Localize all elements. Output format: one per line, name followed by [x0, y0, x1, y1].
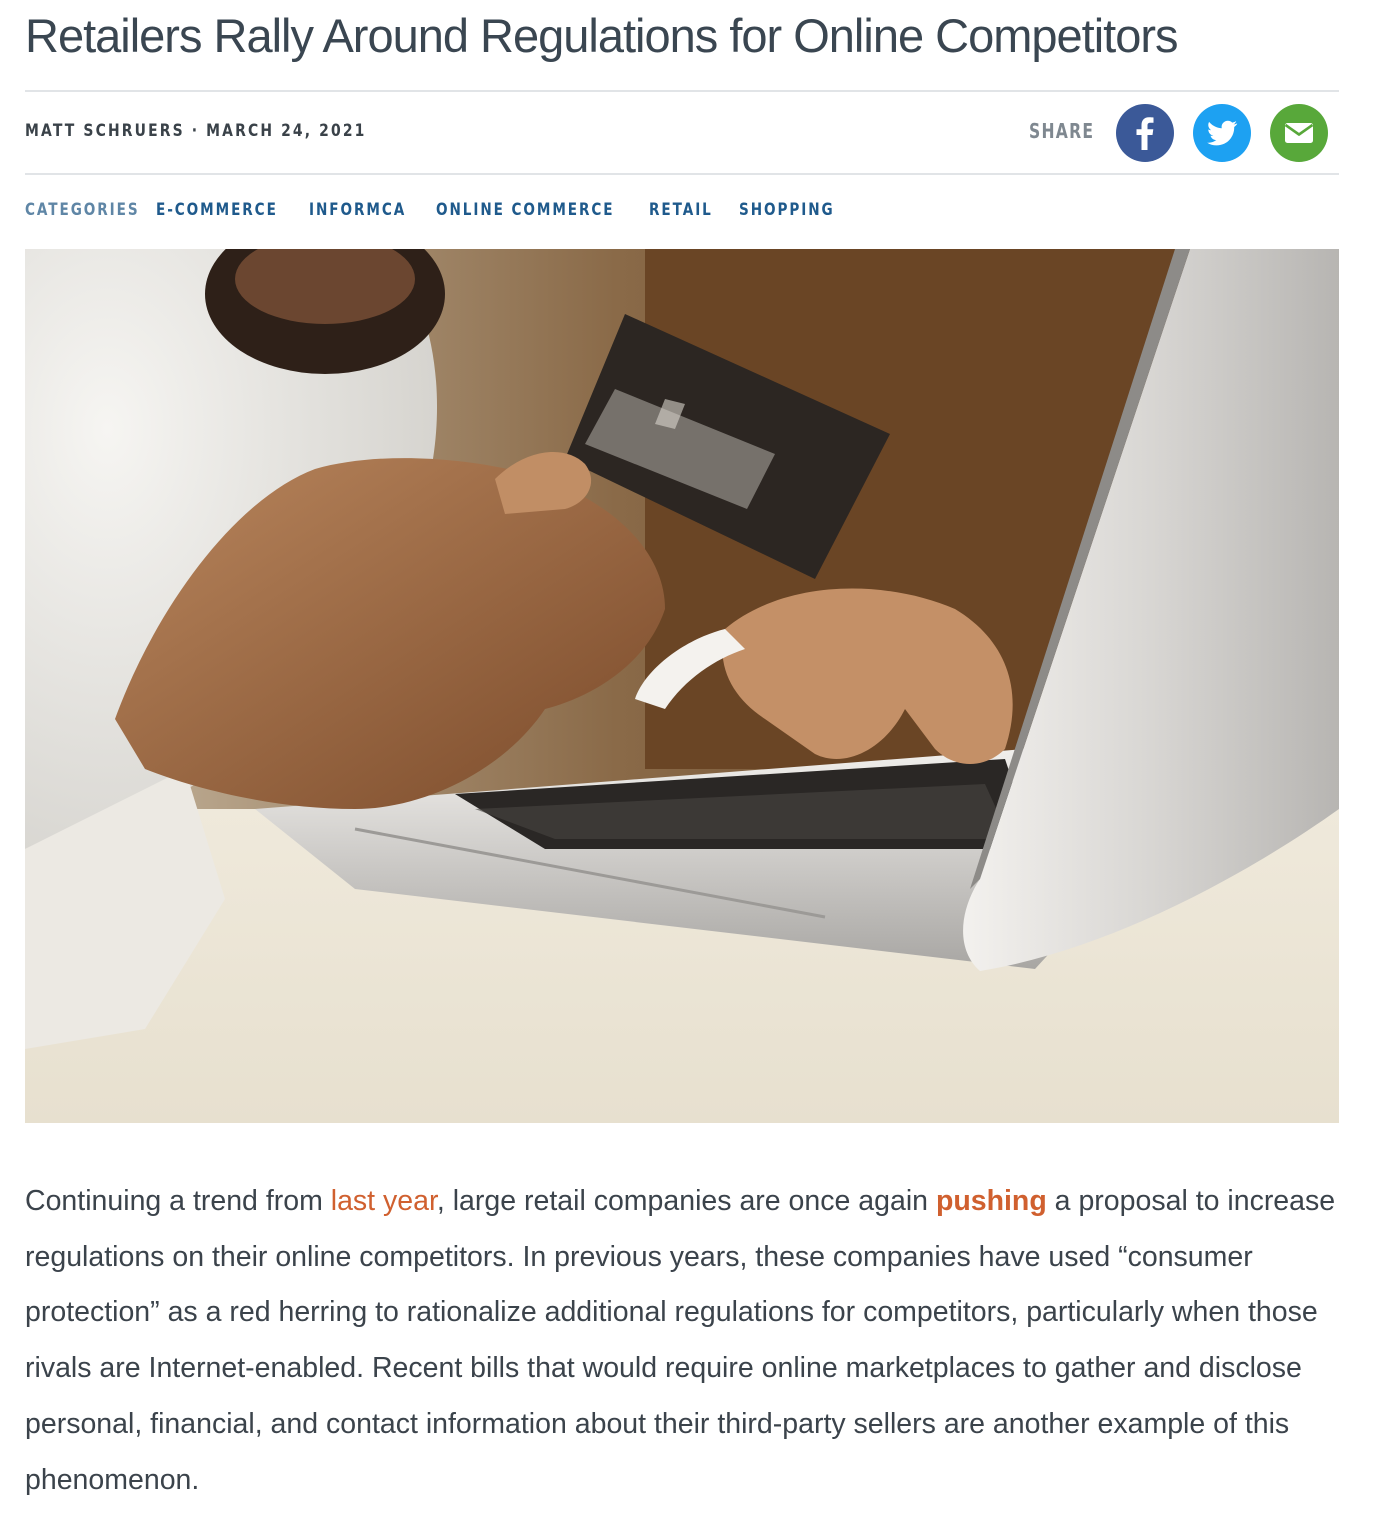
category-link-online-commerce[interactable]: ONLINE COMMERCE	[436, 200, 615, 220]
twitter-icon	[1193, 104, 1251, 162]
category-link-e-commerce[interactable]: E-COMMERCE	[156, 200, 278, 220]
share-label: SHARE	[1029, 119, 1095, 143]
pushing-link[interactable]: pushing	[936, 1185, 1047, 1217]
last-year-link[interactable]: last year	[331, 1185, 437, 1217]
article-body-paragraph: Continuing a trend from last year, large…	[25, 1174, 1345, 1508]
twitter-share-button[interactable]	[1193, 104, 1251, 162]
email-share-button[interactable]	[1270, 104, 1328, 162]
top-divider	[25, 90, 1339, 92]
article-title: Retailers Rally Around Regulations for O…	[25, 9, 1179, 62]
article-byline: MATT SCHRUERS · MARCH 24, 2021	[25, 121, 367, 141]
bottom-divider	[25, 173, 1339, 175]
category-link-retail[interactable]: RETAIL	[649, 200, 713, 220]
body-text-segment: , large retail companies are once again	[436, 1185, 936, 1217]
email-icon	[1270, 104, 1328, 162]
hero-image	[25, 249, 1339, 1123]
facebook-share-button[interactable]	[1116, 104, 1174, 162]
categories-label: CATEGORIES	[25, 200, 140, 220]
body-text-segment: a proposal to increase regulations on th…	[25, 1185, 1336, 1496]
category-link-shopping[interactable]: SHOPPING	[739, 200, 835, 220]
facebook-icon	[1116, 104, 1174, 162]
category-link-informca[interactable]: INFORMCA	[309, 200, 406, 220]
body-text-segment: Continuing a trend from	[25, 1185, 331, 1217]
